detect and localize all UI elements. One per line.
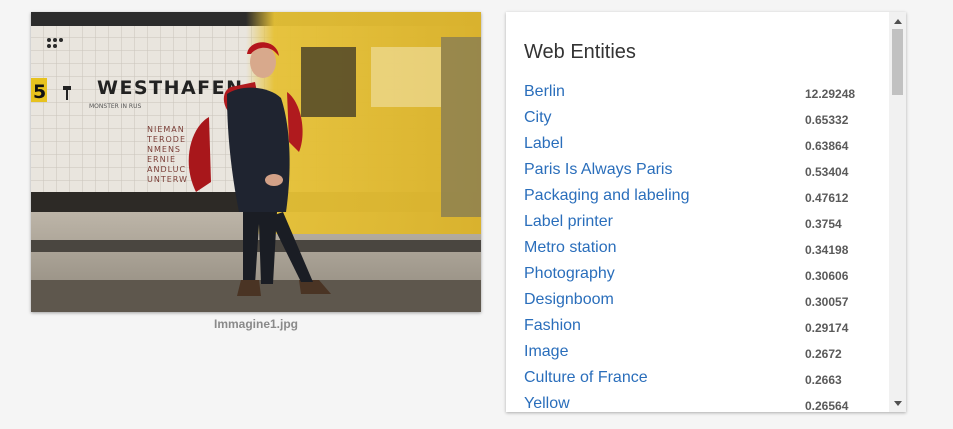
scroll-down-arrow-icon[interactable] <box>889 396 906 410</box>
svg-text:ANDLUC: ANDLUC <box>147 165 186 174</box>
svg-text:NMENS: NMENS <box>147 145 181 154</box>
entity-score: 0.65332 <box>805 113 849 127</box>
entity-link[interactable]: Designboom <box>524 291 614 309</box>
entity-row: Packaging and labeling 0.47612 <box>524 185 854 211</box>
entity-row: Label printer 0.3754 <box>524 211 854 237</box>
scrollbar[interactable] <box>889 12 906 412</box>
entity-link[interactable]: Culture of France <box>524 369 648 387</box>
entity-row: Metro station 0.34198 <box>524 237 854 263</box>
entity-row: City 0.65332 <box>524 107 854 133</box>
entity-score: 12.29248 <box>805 87 856 101</box>
entity-score: 0.63864 <box>805 139 849 153</box>
entity-row: Yellow 0.26564 <box>524 393 854 412</box>
entity-score: 0.29174 <box>805 321 849 335</box>
entity-link[interactable]: Label <box>524 135 563 153</box>
entity-row: Label 0.63864 <box>524 133 854 159</box>
svg-text:TERODE: TERODE <box>146 135 186 144</box>
entity-link[interactable]: Label printer <box>524 213 613 231</box>
entity-link[interactable]: Berlin <box>524 83 565 101</box>
entity-score: 0.30606 <box>805 269 849 283</box>
entity-row: Fashion 0.29174 <box>524 315 854 341</box>
entity-score: 0.47612 <box>805 191 849 205</box>
entity-score: 0.2672 <box>805 347 842 361</box>
entity-row: Berlin 12.29248 <box>524 81 856 107</box>
web-entities-panel: Web Entities Berlin 12.29248 City 0.65332 La… <box>506 12 906 412</box>
entity-link[interactable]: Packaging and labeling <box>524 187 689 205</box>
entity-link[interactable]: Metro station <box>524 239 616 257</box>
entity-row: Photography 0.30606 <box>524 263 854 289</box>
image-filename: Immagine1.jpg <box>213 317 299 331</box>
entity-list: Berlin 12.29248 City 0.65332 Label 0.63864 Par… <box>524 81 856 412</box>
entity-link[interactable]: Paris Is Always Paris <box>524 161 672 179</box>
panel-title: Web Entities <box>524 41 636 63</box>
entity-link[interactable]: Yellow <box>524 395 570 412</box>
svg-text:ERNIE: ERNIE <box>147 155 176 164</box>
sign-subtext: MONSTER IN RUS <box>89 103 141 110</box>
entity-score: 0.34198 <box>805 243 849 257</box>
svg-text:NIEMAN: NIEMAN <box>147 125 185 134</box>
entity-row: Designboom 0.30057 <box>524 289 854 315</box>
entity-row: Paris Is Always Paris 0.53404 <box>524 159 854 185</box>
entity-row: Culture of France 0.2663 <box>524 367 854 393</box>
scroll-up-arrow-icon[interactable] <box>889 14 906 28</box>
photo-scene: 5 WESTHAFEN MONSTER IN RUS NIEMAN TERODE… <box>31 12 481 312</box>
entity-link[interactable]: Fashion <box>524 317 581 335</box>
sign-number: 5 <box>33 81 46 103</box>
station-sign: WESTHAFEN <box>97 77 244 99</box>
entity-score: 0.26564 <box>805 399 849 412</box>
entity-link[interactable]: City <box>524 109 552 127</box>
entity-score: 0.2663 <box>805 373 842 387</box>
svg-text:UNTERW: UNTERW <box>147 175 188 184</box>
scrollbar-thumb[interactable] <box>892 29 903 95</box>
entity-link[interactable]: Image <box>524 343 568 361</box>
photo-thumbnail[interactable]: 5 WESTHAFEN MONSTER IN RUS NIEMAN TERODE… <box>31 12 481 312</box>
entity-row: Image 0.2672 <box>524 341 854 367</box>
entity-link[interactable]: Photography <box>524 265 615 283</box>
entity-score: 0.30057 <box>805 295 849 309</box>
entity-score: 0.3754 <box>805 217 842 231</box>
entity-score: 0.53404 <box>805 165 849 179</box>
